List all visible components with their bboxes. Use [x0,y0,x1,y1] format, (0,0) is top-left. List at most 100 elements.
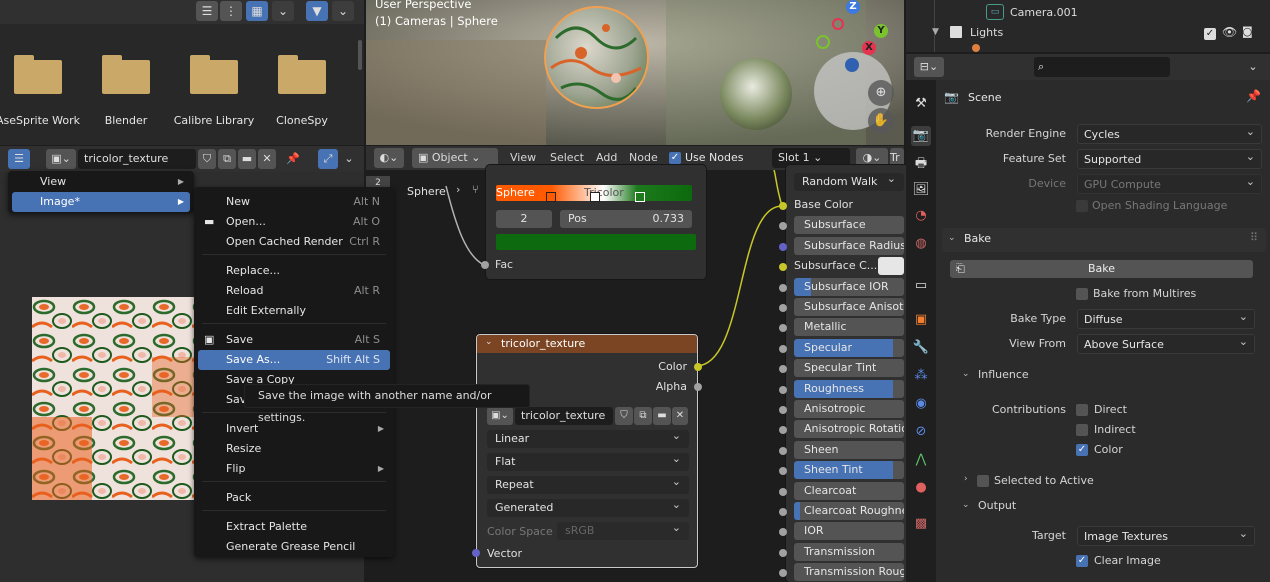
folder-icon[interactable] [14,55,62,95]
eye-icon[interactable]: 👁 [1222,25,1237,39]
image-name-field[interactable]: tricolor_texture [78,149,196,169]
gizmo-y-axis[interactable]: Y [874,24,888,38]
menu-view[interactable]: View [510,151,536,164]
bsdf-input-slider[interactable]: Specular Tint [794,359,904,378]
folder-icon[interactable] [102,55,150,95]
menu-icon[interactable]: ☰ [8,149,30,169]
data-tab-icon[interactable]: ⋀ [911,450,931,470]
duplicate-icon[interactable]: ⧉ [634,407,652,425]
folder-label[interactable]: CloneSpy [257,114,347,127]
fac-socket[interactable] [481,261,489,269]
bake-from-multires-checkbox[interactable] [1076,288,1088,300]
fake-user-icon[interactable]: ⛉ [615,407,633,425]
bsdf-input-slider[interactable]: Clearcoat Roughness [794,502,904,520]
image-menu-item[interactable]: Extract Palette [198,517,390,537]
world-tab-icon[interactable]: ◍ [911,234,931,254]
list-vertical-icon[interactable]: ☰ [196,1,218,21]
node-title-bar[interactable]: ⌄ tricolor_texture [477,335,697,353]
scrollbar[interactable] [358,40,362,70]
gizmo-z-axis[interactable]: Z [846,0,860,14]
camera-render-icon[interactable]: ◙ [1242,25,1253,38]
folder-icon[interactable] [190,55,238,95]
bsdf-input-slider[interactable]: IOR [794,522,904,541]
bsdf-input-socket[interactable] [779,304,787,312]
bsdf-input-slider[interactable]: Subsurface [794,216,904,235]
bsdf-input-slider[interactable]: Transmission [794,542,904,561]
menu-item-view[interactable]: View ▶ [12,172,190,192]
sphere-object[interactable] [544,6,649,109]
image-menu-item[interactable]: Generate Grease Pencil [198,537,390,557]
projection-dropdown[interactable]: Flat [487,450,689,471]
extension-dropdown[interactable]: Repeat [487,473,689,494]
folder-label[interactable]: Blender [81,114,171,127]
constraints-tab-icon[interactable]: ⊘ [911,422,931,442]
open-folder-icon[interactable]: ▬ [238,149,256,169]
ramp-stop-active[interactable] [635,192,645,202]
image-menu-item[interactable]: ▣ Save Alt S [198,330,390,350]
menu-select[interactable]: Select [550,151,584,164]
object-mode-dropdown[interactable]: ▣ Object ⌄ [412,148,498,168]
use-nodes-checkbox[interactable]: ✓ [669,152,681,164]
bsdf-input-socket[interactable] [779,406,787,414]
view-from-dropdown[interactable]: Above Surface [1077,332,1255,354]
duplicate-icon[interactable]: ⧉ [218,149,236,169]
pan-hand-icon[interactable]: ✋ [868,108,894,134]
bake-panel-header[interactable]: ⌄ Bake ⠿ [942,228,1266,252]
bsdf-input-socket[interactable] [779,508,787,516]
bsdf-input-slider[interactable]: Sheen Tint [794,461,904,480]
alpha-output-socket[interactable] [694,383,702,391]
filter-dropdown-chevron-icon[interactable]: ⌄ [332,1,354,21]
pin-icon[interactable]: 📌 [1246,89,1261,103]
influence-panel-title[interactable]: Influence [978,368,1029,381]
collapse-chevron-icon[interactable]: ⌄ [948,233,956,243]
pin-icon[interactable]: 📌 [284,149,302,169]
list-horizontal-icon[interactable]: ⋮ [220,1,242,21]
color-ramp-node[interactable]: Sphere Tricolor 2 Pos 0.733 [486,165,706,279]
image-menu-item[interactable]: Save As... Shift Alt S [198,350,390,370]
editor-type-icon[interactable]: ⊟⌄ [914,57,944,77]
interpolation-dropdown[interactable]: Linear [487,427,689,448]
gizmo-neg-z[interactable] [845,58,859,72]
bsdf-input-socket[interactable] [779,344,787,353]
filter-icon[interactable]: ▼ [306,1,328,21]
fake-user-icon[interactable]: ⛉ [198,149,216,169]
target-dropdown[interactable]: Image Textures [1077,524,1255,546]
bsdf-input-slider[interactable]: Specular [794,338,904,357]
clear-image-checkbox[interactable]: ✓ [1076,555,1088,567]
subsurface-method-dropdown[interactable]: Random Walk [794,170,904,191]
bsdf-input-socket[interactable] [779,385,787,394]
menu-add[interactable]: Add [596,151,617,164]
vector-input-socket[interactable] [472,549,480,557]
bsdf-input-slider[interactable]: Anisotropic Rotation [794,420,904,439]
gizmo-neg-y[interactable] [816,35,830,49]
display-dropdown-chevron-icon[interactable]: ⌄ [272,1,294,21]
image-menu-item[interactable]: ▬ Open... Alt O [198,212,390,232]
material-tab-icon[interactable]: ● [911,478,931,498]
selected-to-active-checkbox[interactable] [977,475,989,487]
scene-tab-icon[interactable]: ◔ [911,206,931,226]
bsdf-input-slider[interactable]: Subsurface IOR [794,277,904,296]
pos-field[interactable]: Pos 0.733 [560,210,692,228]
bsdf-input-socket[interactable] [779,242,787,251]
expand-chevron-icon[interactable]: › [964,474,968,484]
image-menu-item[interactable]: New Alt N [198,192,390,212]
search-input[interactable]: ⌕ [1034,57,1170,77]
tool-tab-icon[interactable]: ⚒ [911,94,931,114]
color-output-socket[interactable] [694,363,702,371]
expand-chevron-icon[interactable]: ▼ [932,27,939,37]
collapse-chevron-icon[interactable]: ⌄ [485,337,493,347]
image-browse-icon[interactable]: ▣⌄ [46,149,76,169]
bsdf-input-socket[interactable] [779,446,787,455]
folder-label[interactable]: AseSprite Work [0,114,83,127]
exclude-checkbox[interactable]: ✓ [1204,28,1216,40]
indirect-checkbox[interactable] [1076,424,1088,436]
ramp-stop[interactable] [546,192,556,202]
bsdf-input-slider[interactable]: Roughness [794,379,904,398]
unlink-icon[interactable]: ✕ [672,407,688,425]
open-folder-icon[interactable]: ▬ [653,407,671,425]
gizmo-neg-x[interactable] [832,18,844,30]
collapse-chevron-icon[interactable]: ⌄ [962,500,970,510]
image-menu-item[interactable]: Open Cached Render Ctrl R [198,232,390,252]
folder-icon[interactable] [278,55,326,95]
image-menu-item[interactable]: Reload Alt R [198,281,390,301]
